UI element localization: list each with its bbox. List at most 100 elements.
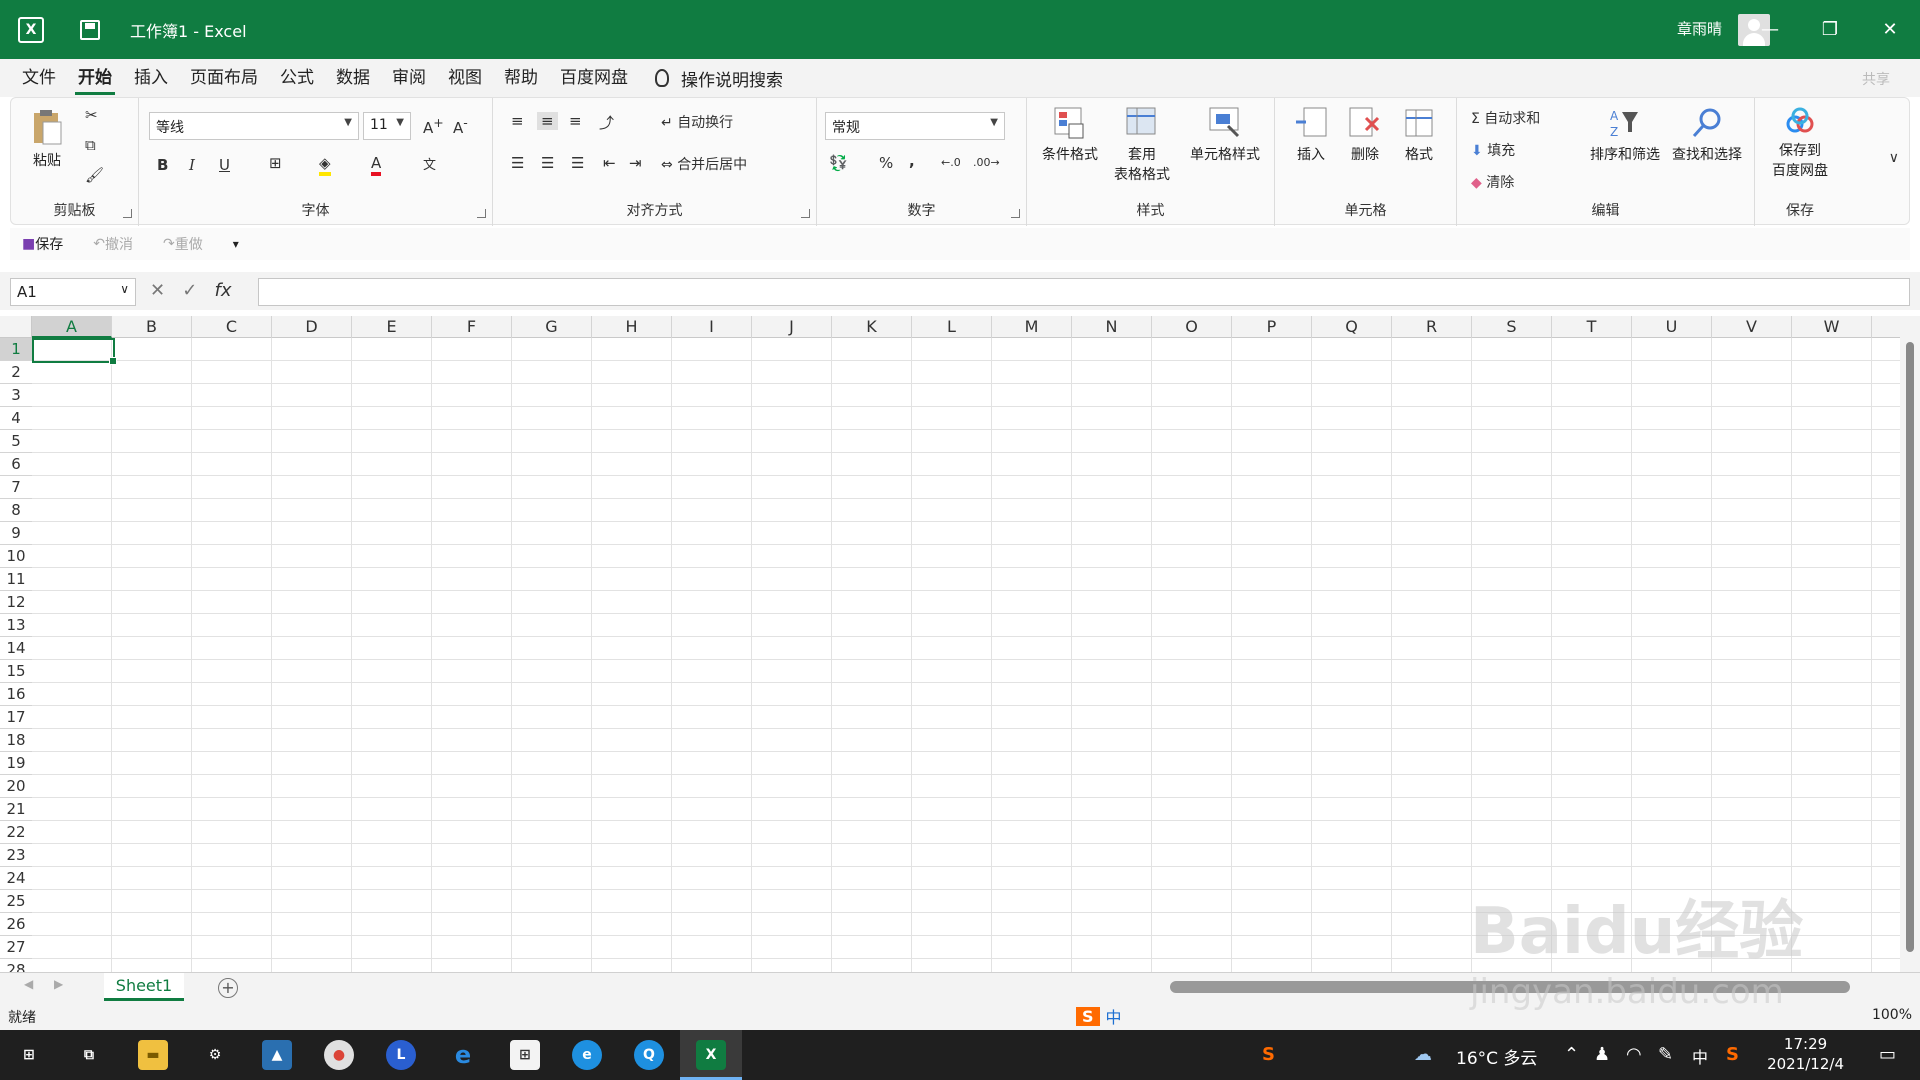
orientation-icon[interactable]: ⤴ [599, 112, 614, 133]
column-header[interactable]: Q [1312, 316, 1392, 338]
edge-icon[interactable]: e [572, 1040, 602, 1070]
close-button[interactable]: ✕ [1860, 0, 1920, 59]
file-explorer-icon[interactable]: ▬ [138, 1040, 168, 1070]
wrap-text-button[interactable]: ↵ 自动换行 [661, 112, 733, 132]
column-header[interactable]: W [1792, 316, 1872, 338]
row-header[interactable]: 23 [0, 844, 32, 867]
store-icon[interactable]: ⊞ [510, 1040, 540, 1070]
tell-me-search[interactable]: 操作说明搜索 [655, 66, 783, 91]
tab-formulas[interactable]: 公式 [269, 59, 325, 97]
share-button[interactable]: 共享 [1862, 69, 1890, 89]
clear-button[interactable]: ◆ 清除 [1471, 172, 1514, 192]
enter-icon[interactable]: ✓ [182, 280, 197, 301]
row-header[interactable]: 20 [0, 775, 32, 798]
q-app-icon[interactable]: Q [634, 1040, 664, 1070]
row-header[interactable]: 17 [0, 706, 32, 729]
row-header[interactable]: 10 [0, 545, 32, 568]
pen-icon[interactable]: ✎ [1658, 1044, 1673, 1065]
qq-icon[interactable]: ♟ [1594, 1044, 1610, 1065]
ime-tray[interactable]: 中 [1692, 1044, 1708, 1068]
row-header[interactable]: 3 [0, 384, 32, 407]
decrease-font-icon[interactable]: A- [453, 115, 468, 137]
tab-help[interactable]: 帮助 [493, 59, 549, 97]
weather-text[interactable]: 16°C 多云 [1456, 1044, 1537, 1069]
row-header[interactable]: 8 [0, 499, 32, 522]
tab-page-layout[interactable]: 页面布局 [179, 59, 269, 97]
row-header[interactable]: 11 [0, 568, 32, 591]
qat-redo-button[interactable]: ↷ 重做 [163, 234, 203, 254]
align-top-icon[interactable]: ≡ [511, 112, 524, 130]
bold-button[interactable]: B [157, 156, 168, 174]
align-left-icon[interactable]: ☰ [511, 154, 524, 172]
excel-taskbar-icon[interactable]: X [696, 1040, 726, 1070]
customize-qat-icon[interactable]: ▾ [233, 237, 239, 251]
percent-button[interactable]: % [879, 154, 893, 172]
align-bottom-icon[interactable]: ≡ [569, 112, 582, 130]
column-header[interactable]: J [752, 316, 832, 338]
column-header[interactable]: E [352, 316, 432, 338]
notification-icon[interactable]: ▭ [1879, 1044, 1896, 1065]
l-app-icon[interactable]: L [386, 1040, 416, 1070]
cut-icon[interactable]: ✂ [85, 106, 98, 124]
active-cell[interactable] [32, 338, 117, 365]
scroll-thumb[interactable] [1906, 342, 1914, 952]
settings-icon[interactable]: ⚙ [200, 1040, 230, 1070]
row-header[interactable]: 4 [0, 407, 32, 430]
tab-data[interactable]: 数据 [325, 59, 381, 97]
ime-toolbar[interactable]: S 中 [1076, 1002, 1122, 1030]
column-header[interactable]: D [272, 316, 352, 338]
tab-view[interactable]: 视图 [437, 59, 493, 97]
name-box[interactable]: A1 ∨ [10, 278, 136, 306]
row-header[interactable]: 2 [0, 361, 32, 384]
sheet-tab[interactable]: Sheet1 [104, 973, 184, 1001]
row-header[interactable]: 27 [0, 936, 32, 959]
column-header[interactable]: I [672, 316, 752, 338]
qat-undo-button[interactable]: ↶ 撤消 [93, 234, 133, 254]
number-format-combo[interactable]: 常规 ▼ [825, 112, 1005, 140]
task-view-icon[interactable]: ⧉ [74, 1040, 104, 1070]
tab-insert[interactable]: 插入 [123, 59, 179, 97]
row-header[interactable]: 1 [0, 338, 32, 361]
row-header[interactable]: 6 [0, 453, 32, 476]
ie-icon[interactable]: e [448, 1040, 478, 1070]
row-header[interactable]: 5 [0, 430, 32, 453]
windows-start-icon[interactable]: ⊞ [14, 1040, 44, 1070]
delete-cells-button[interactable]: 删除 [1339, 106, 1391, 164]
decrease-indent-icon[interactable]: ⇤ [603, 154, 616, 172]
row-header[interactable]: 12 [0, 591, 32, 614]
align-center-icon[interactable]: ☰ [541, 154, 554, 172]
user-name[interactable]: 章雨晴 [1677, 18, 1722, 39]
fill-button[interactable]: ⬇ 填充 [1471, 140, 1515, 160]
column-header[interactable]: L [912, 316, 992, 338]
column-header[interactable]: S [1472, 316, 1552, 338]
row-header[interactable]: 24 [0, 867, 32, 890]
save-icon[interactable] [80, 19, 100, 40]
increase-indent-icon[interactable]: ⇥ [629, 154, 642, 172]
autosum-button[interactable]: Σ 自动求和 [1471, 108, 1540, 128]
clock[interactable]: 17:29 2021/12/4 [1767, 1034, 1844, 1074]
prev-sheet-icon[interactable]: ◀ [24, 977, 33, 991]
alignment-launcher-icon[interactable] [801, 209, 810, 218]
column-header[interactable]: K [832, 316, 912, 338]
column-header[interactable]: B [112, 316, 192, 338]
column-header[interactable]: V [1712, 316, 1792, 338]
number-launcher-icon[interactable] [1011, 209, 1020, 218]
select-all-corner[interactable] [0, 316, 32, 338]
format-painter-icon[interactable]: 🖌 [85, 166, 104, 184]
cell-styles-button[interactable]: 单元格样式 [1183, 106, 1267, 164]
row-header[interactable]: 13 [0, 614, 32, 637]
tray-chevron-icon[interactable]: ⌃ [1564, 1044, 1579, 1065]
fill-color-icon[interactable]: ◈ [319, 154, 331, 176]
row-header[interactable]: 9 [0, 522, 32, 545]
next-sheet-icon[interactable]: ▶ [54, 977, 63, 991]
column-header[interactable]: H [592, 316, 672, 338]
column-header[interactable]: F [432, 316, 512, 338]
column-header[interactable]: G [512, 316, 592, 338]
zoom-level[interactable]: 100% [1872, 1007, 1912, 1023]
borders-icon[interactable]: ⊞ [269, 154, 282, 172]
column-header[interactable]: O [1152, 316, 1232, 338]
find-select-button[interactable]: 查找和选择 [1667, 106, 1747, 164]
restore-button[interactable]: ❐ [1800, 0, 1860, 59]
format-as-table-button[interactable]: 套用 表格格式 [1105, 106, 1179, 184]
save-to-netdisk-button[interactable]: 保存到 百度网盘 [1759, 106, 1841, 180]
